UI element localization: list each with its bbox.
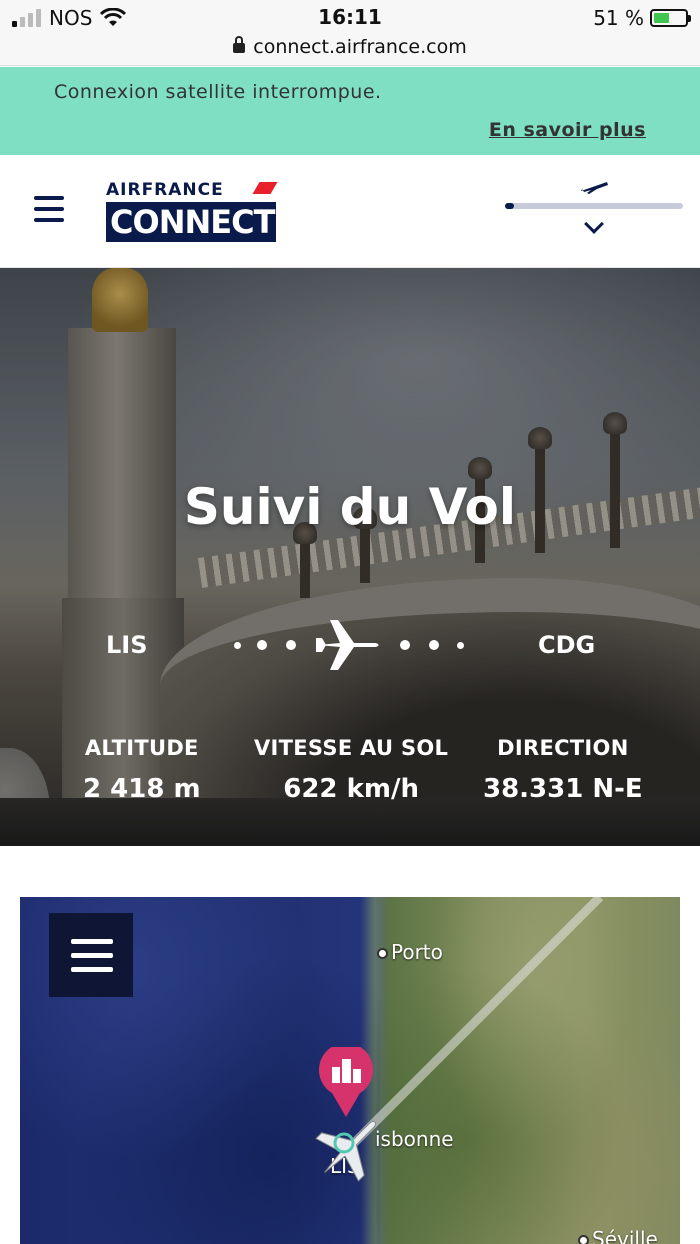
banner-message: Connexion satellite interrompue. xyxy=(54,81,382,103)
battery-percent: 51 % xyxy=(593,6,644,30)
city-marker-icon xyxy=(377,948,388,959)
stat-ground-speed: VITESSE AU SOL 622 km/h xyxy=(254,736,448,804)
city-porto[interactable]: Porto xyxy=(377,940,443,964)
plane-takeoff-icon xyxy=(581,182,608,194)
url-text: connect.airfrance.com xyxy=(253,36,467,58)
flight-progress-toggle[interactable] xyxy=(505,175,683,245)
flight-route: LIS CDG xyxy=(0,613,700,673)
battery-icon xyxy=(650,9,691,27)
stat-altitude: ALTITUDE 2 418 m xyxy=(83,736,201,804)
menu-icon[interactable] xyxy=(34,196,64,222)
city-marker-icon xyxy=(578,1235,589,1244)
route-dot xyxy=(457,642,464,649)
route-dot xyxy=(234,642,241,649)
plane-icon xyxy=(316,620,379,670)
chevron-down-icon xyxy=(584,214,604,234)
map-menu-button[interactable] xyxy=(49,913,133,997)
stat-value: 2 418 m xyxy=(83,774,201,804)
stat-label: VITESSE AU SOL xyxy=(254,736,449,760)
airfrance-connect-logo[interactable]: AIRFRANCE CONNECT xyxy=(106,180,278,242)
lock-icon xyxy=(233,36,246,53)
stat-value: 38.331 N-E xyxy=(483,774,643,804)
route-dot xyxy=(400,640,410,650)
flight-tracking-hero: Suivi du Vol LIS CDG ALTITUDE 2 418 m VI… xyxy=(0,268,700,846)
learn-more-link[interactable]: En savoir plus xyxy=(489,119,646,141)
city-seville[interactable]: Séville xyxy=(578,1227,658,1244)
city-label: Séville xyxy=(592,1227,658,1244)
destination-code: CDG xyxy=(538,631,596,659)
flight-map[interactable]: Porto isbonne LIS Séville xyxy=(20,897,680,1244)
city-label: Porto xyxy=(391,940,443,964)
stat-label: ALTITUDE xyxy=(84,736,199,760)
address-bar[interactable]: connect.airfrance.com xyxy=(0,36,700,66)
connection-banner: Connexion satellite interrompue. En savo… xyxy=(0,67,700,155)
stat-label: DIRECTION xyxy=(497,736,629,760)
stat-value: 622 km/h xyxy=(283,774,419,804)
status-right: 51 % xyxy=(593,6,691,30)
route-dot xyxy=(257,640,267,650)
aircraft-position-icon xyxy=(315,1121,376,1182)
route-dot xyxy=(286,640,296,650)
logo-airfrance: AIRFRANCE xyxy=(106,180,278,200)
site-header: AIRFRANCE CONNECT xyxy=(0,155,700,268)
route-dot xyxy=(429,640,439,650)
flight-progress-bar xyxy=(505,203,683,209)
origin-code: LIS xyxy=(106,631,148,659)
stat-direction: DIRECTION 38.331 N-E xyxy=(483,736,643,804)
logo-connect: CONNECT xyxy=(106,202,276,242)
status-bar: NOS 16:11 51 % xyxy=(0,0,700,36)
page-title: Suivi du Vol xyxy=(183,478,517,536)
